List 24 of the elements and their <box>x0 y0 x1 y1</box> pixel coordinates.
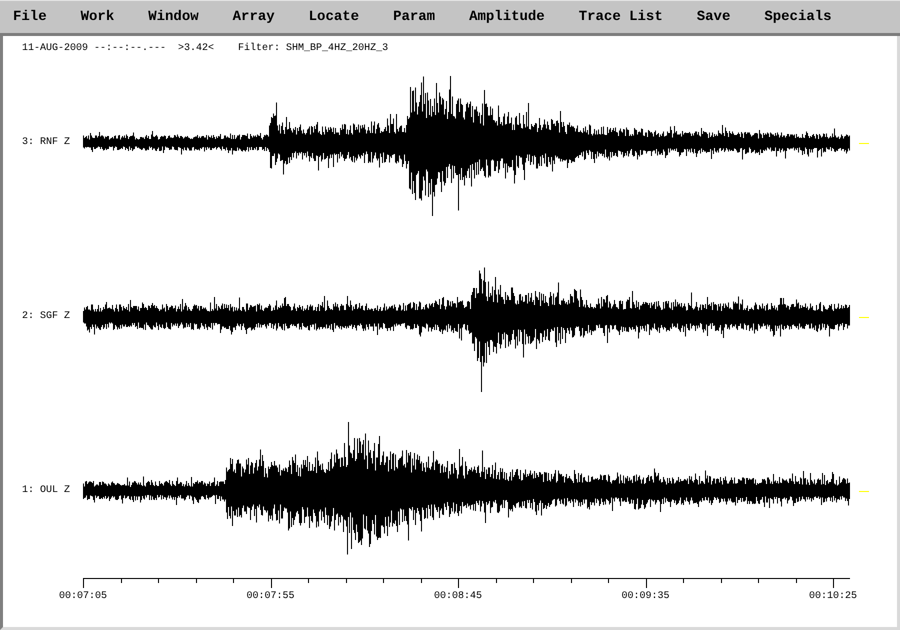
trace-label: 1: OUL Z <box>22 485 70 497</box>
filter-label: Filter: SHM_BP_4HZ_20HZ_3 <box>238 43 388 55</box>
menu-item[interactable]: Save <box>696 9 730 25</box>
trace-label: 2: SGF Z <box>22 311 70 323</box>
menu-item[interactable]: Locate <box>308 9 360 25</box>
time-tick-label: 00:09:35 <box>622 591 670 603</box>
menu-item[interactable]: Param <box>393 9 436 25</box>
amplitude-scale-label: >3.42< <box>178 43 214 55</box>
trace-label: 3: RNF Z <box>22 137 70 149</box>
menu-item[interactable]: Amplitude <box>469 9 545 25</box>
dash-marker-icon <box>859 142 869 144</box>
menu-item[interactable]: File <box>13 9 47 25</box>
menu-item[interactable]: Specials <box>764 9 832 25</box>
menu-item[interactable]: Trace List <box>578 9 663 25</box>
trace-time-label: 11-AUG-2009 --:--:--.--- <box>22 43 166 55</box>
time-tick-label: 00:08:45 <box>434 591 482 603</box>
time-tick-label: 00:07:55 <box>246 591 294 603</box>
dash-marker-icon <box>859 316 869 318</box>
dash-marker-icon <box>859 490 869 492</box>
time-tick-label: 00:07:05 <box>59 591 107 603</box>
time-tick-label: 00:10:25 <box>809 591 857 603</box>
menu-item[interactable]: Array <box>232 9 275 25</box>
menu-item[interactable]: Work <box>80 9 114 25</box>
menu-item[interactable]: Window <box>148 9 199 25</box>
